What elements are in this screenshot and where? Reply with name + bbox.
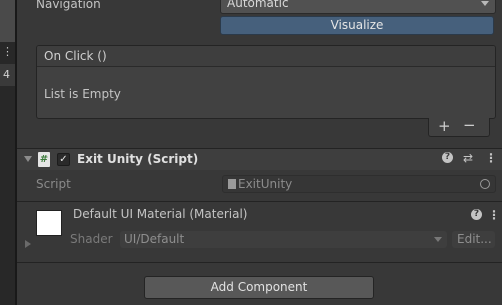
script-file-icon [228, 179, 236, 189]
left-panel-menu-icon[interactable]: ⋮ [2, 45, 13, 59]
add-list-item-button[interactable]: + [438, 117, 451, 135]
left-panel-upper [0, 0, 15, 42]
script-label: Script [36, 177, 71, 191]
left-panel-strip: ⋮ 4 [0, 0, 15, 305]
object-picker-icon[interactable] [480, 179, 490, 189]
shader-dropdown[interactable]: UI/Default [120, 231, 447, 248]
navigation-value: Automatic [227, 0, 289, 10]
help-icon[interactable]: ? [442, 152, 453, 163]
component-title: Exit Unity (Script) [77, 152, 199, 166]
chevron-down-icon [481, 1, 489, 6]
script-field[interactable]: ExitUnity [222, 175, 496, 193]
bottom-separator [17, 262, 502, 263]
component-enabled-checkbox[interactable]: ✓ [57, 153, 70, 166]
material-menu-icon[interactable]: ⋮ [488, 208, 500, 222]
add-component-button[interactable]: Add Component [144, 276, 374, 299]
material-title: Default UI Material (Material) [73, 207, 248, 221]
material-foldout-icon[interactable] [25, 240, 31, 248]
script-icon: # [38, 152, 50, 167]
visualize-button[interactable]: Visualize [220, 16, 494, 35]
foldout-arrow-icon[interactable] [24, 156, 32, 162]
on-click-event-list: On Click () List is Empty [36, 45, 496, 119]
list-empty-text: List is Empty [44, 87, 121, 101]
shader-value: UI/Default [124, 232, 185, 246]
remove-list-item-button[interactable]: − [463, 116, 476, 134]
component-menu-icon[interactable]: ⋮ [485, 151, 497, 165]
material-help-icon[interactable]: ? [471, 209, 482, 220]
navigation-dropdown[interactable]: Automatic [220, 0, 496, 14]
script-field-value: ExitUnity [238, 177, 293, 191]
shader-label: Shader [70, 232, 113, 246]
material-separator [17, 201, 502, 202]
list-footer: + − [428, 116, 490, 137]
on-click-title: On Click () [44, 49, 107, 63]
material-thumbnail [36, 210, 62, 236]
chevron-down-icon [434, 237, 442, 242]
presets-icon[interactable]: ⇄ [463, 151, 473, 165]
navigation-label: Navigation [36, 0, 101, 11]
edit-shader-button[interactable]: Edit... [452, 231, 495, 248]
left-panel-row-number: 4 [0, 64, 15, 86]
